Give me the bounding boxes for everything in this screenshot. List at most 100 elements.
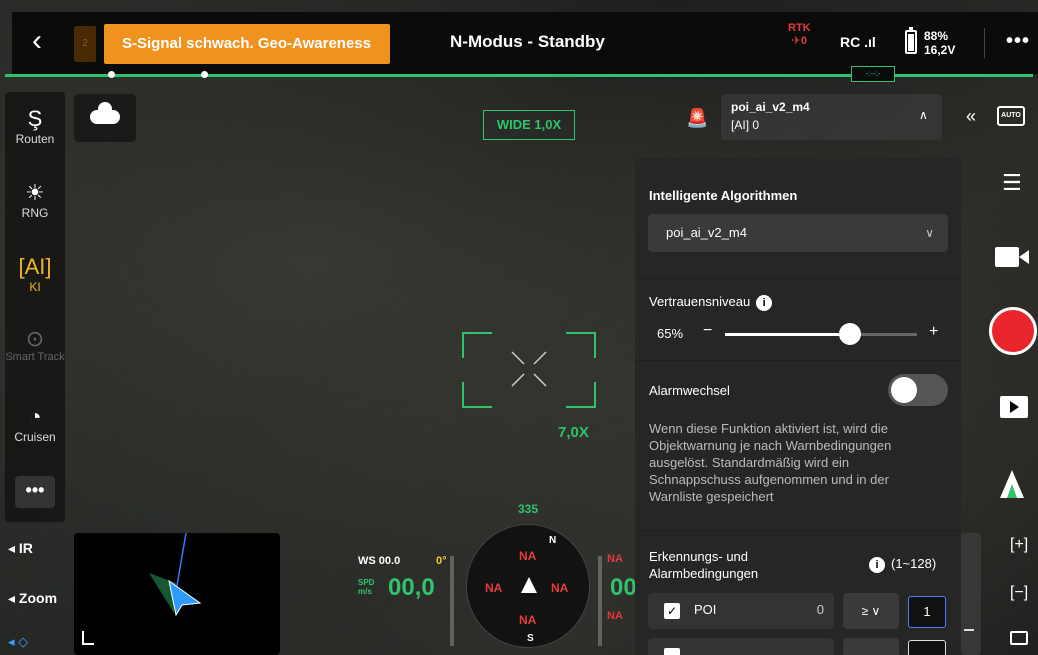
- battery-icon: [905, 27, 917, 54]
- compass-na: NA: [551, 581, 569, 595]
- wind-angle: 0°: [436, 555, 447, 567]
- threshold-input[interactable]: 1: [908, 596, 946, 628]
- sidebar-item-cruise[interactable]: ◔ Cruisen: [5, 404, 65, 444]
- confidence-increase-button[interactable]: +: [929, 323, 938, 341]
- navigation-icon[interactable]: [1000, 470, 1024, 498]
- checkbox-icon[interactable]: [664, 648, 680, 655]
- battery-status[interactable]: 88% 16,2V: [924, 29, 955, 57]
- crosshair-icon: [511, 351, 547, 387]
- divider: [635, 360, 961, 361]
- settings-sliders-icon[interactable]: ☰: [1002, 170, 1022, 196]
- confidence-slider[interactable]: [725, 323, 917, 345]
- record-button[interactable]: [989, 307, 1037, 355]
- zoom-toggle[interactable]: ◂ Zoom: [8, 590, 57, 607]
- rtk-label: RTK: [788, 22, 811, 34]
- operator-select[interactable]: [843, 638, 899, 655]
- playback-icon[interactable]: [1000, 396, 1028, 418]
- panel-title: Intelligente Algorithmen: [649, 188, 798, 203]
- minimap[interactable]: [74, 533, 280, 655]
- sidebar-item-routes[interactable]: Ş Routen: [5, 106, 65, 146]
- chevron-down-icon: ∨: [925, 226, 934, 240]
- progress-dot: [108, 71, 115, 78]
- auto-camera-icon[interactable]: AUTO: [997, 106, 1025, 126]
- detection-count: [AI] 0: [731, 118, 760, 132]
- wide-lens-indicator[interactable]: WIDE 1,0X: [483, 110, 575, 140]
- warning-banner[interactable]: S-Signal schwach. Geo-Awareness: [104, 24, 390, 64]
- focus-corner: [566, 332, 596, 358]
- cloud-button[interactable]: [74, 94, 136, 142]
- conditions-label: Erkennungs- und Alarmbedingungen: [649, 549, 759, 581]
- diamond-icon[interactable]: ◂ ◇: [8, 634, 28, 650]
- na-label: NA: [607, 553, 623, 565]
- slider-fill: [725, 333, 850, 336]
- alarm-light-icon[interactable]: 🚨: [686, 108, 708, 129]
- threshold-input[interactable]: [908, 640, 946, 655]
- speedometer-icon: ◔: [28, 404, 42, 429]
- compass-s: S: [527, 633, 534, 644]
- condition-count: 0: [816, 602, 824, 617]
- aircraft-icon: [521, 577, 537, 593]
- scrollbar[interactable]: [961, 533, 981, 655]
- battery-voltage: 16,2V: [924, 43, 956, 57]
- divider: [635, 530, 961, 531]
- condition-row[interactable]: ✓ POI 0: [648, 593, 834, 629]
- speed-value: 00,0: [388, 574, 435, 601]
- operator-select[interactable]: ≥ ∨: [843, 593, 899, 629]
- sidebar-item-ai[interactable]: [AI] KI: [5, 254, 65, 294]
- ir-toggle[interactable]: ◂ IR: [8, 540, 33, 557]
- battery-percent: 88%: [924, 29, 949, 43]
- rc-signal[interactable]: RC .ıl: [840, 34, 876, 50]
- na-label: NA: [607, 610, 623, 622]
- info-icon[interactable]: i: [756, 294, 773, 311]
- alarm-description: Wenn diese Funktion aktiviert ist, wird …: [649, 421, 892, 504]
- top-bar: ‹ 2 S-Signal schwach. Geo-Awareness N-Mo…: [12, 12, 1038, 74]
- back-chevron-icon[interactable]: ‹: [32, 26, 42, 56]
- rtk-status[interactable]: RTK ✈0: [788, 22, 811, 48]
- algorithm-dropdown[interactable]: poi_ai_v2_m4 [AI] 0 ∧: [721, 94, 942, 140]
- wind-speed: WS 00.0: [358, 555, 401, 567]
- altitude-scale: [598, 556, 602, 646]
- left-toolbar: Ş Routen ☀ RNG [AI] KI ⊙ Smart Track ◔ C…: [5, 92, 65, 522]
- rtk-value: ✈0: [791, 35, 807, 47]
- divider: [984, 28, 985, 58]
- compass: NA NA NA NA N S: [466, 524, 590, 648]
- focus-corner: [566, 382, 596, 408]
- heading-value: 335: [518, 502, 539, 516]
- chevron-up-icon: ∧: [919, 108, 928, 122]
- route-icon: Ş: [27, 106, 43, 131]
- small-indicator: 2: [74, 26, 96, 62]
- compass-na: NA: [519, 549, 537, 563]
- cloud-icon: [90, 102, 120, 124]
- compass-n: N: [549, 535, 557, 546]
- algorithm-select[interactable]: poi_ai_v2_m4 ∨: [648, 214, 948, 252]
- compass-na: NA: [519, 613, 537, 627]
- speed-scale: [450, 556, 454, 646]
- layout-icon[interactable]: [1010, 631, 1028, 645]
- compass-na: NA: [485, 581, 503, 595]
- video-mode-icon[interactable]: [995, 247, 1029, 267]
- more-menu-button[interactable]: •••: [1006, 30, 1030, 53]
- camera-view: ‹ 2 S-Signal schwach. Geo-Awareness N-Mo…: [0, 0, 1038, 655]
- zoom-level: 7,0X: [558, 424, 589, 441]
- speed-unit: SPD m/s: [358, 578, 375, 596]
- route-progress-line: -:--:-: [5, 66, 1033, 82]
- more-tools-button[interactable]: •••: [15, 476, 55, 508]
- collapse-button[interactable]: «: [966, 106, 976, 127]
- condition-row[interactable]: [648, 638, 834, 655]
- sidebar-item-rng[interactable]: ☀ RNG: [5, 180, 65, 220]
- ai-icon: [AI]: [18, 254, 52, 279]
- alarm-toggle[interactable]: [888, 374, 948, 406]
- altitude-value: 00: [610, 574, 637, 601]
- info-icon[interactable]: i: [869, 556, 885, 573]
- flight-mode-status[interactable]: N-Modus - Standby: [450, 32, 605, 52]
- progress-dot: [201, 71, 208, 78]
- zoom-in-button[interactable]: [+]: [1010, 536, 1028, 554]
- slider-thumb[interactable]: [838, 323, 861, 345]
- confidence-label: Vertrauensniveau i: [649, 294, 773, 311]
- confidence-decrease-button[interactable]: −: [703, 322, 712, 340]
- zoom-out-button[interactable]: [−]: [1010, 584, 1028, 602]
- aircraft-arrow-icon: [149, 533, 202, 617]
- checkbox-checked-icon[interactable]: ✓: [664, 603, 680, 619]
- divider: [635, 278, 961, 279]
- sidebar-item-smart-track[interactable]: ⊙ Smart Track: [5, 326, 65, 363]
